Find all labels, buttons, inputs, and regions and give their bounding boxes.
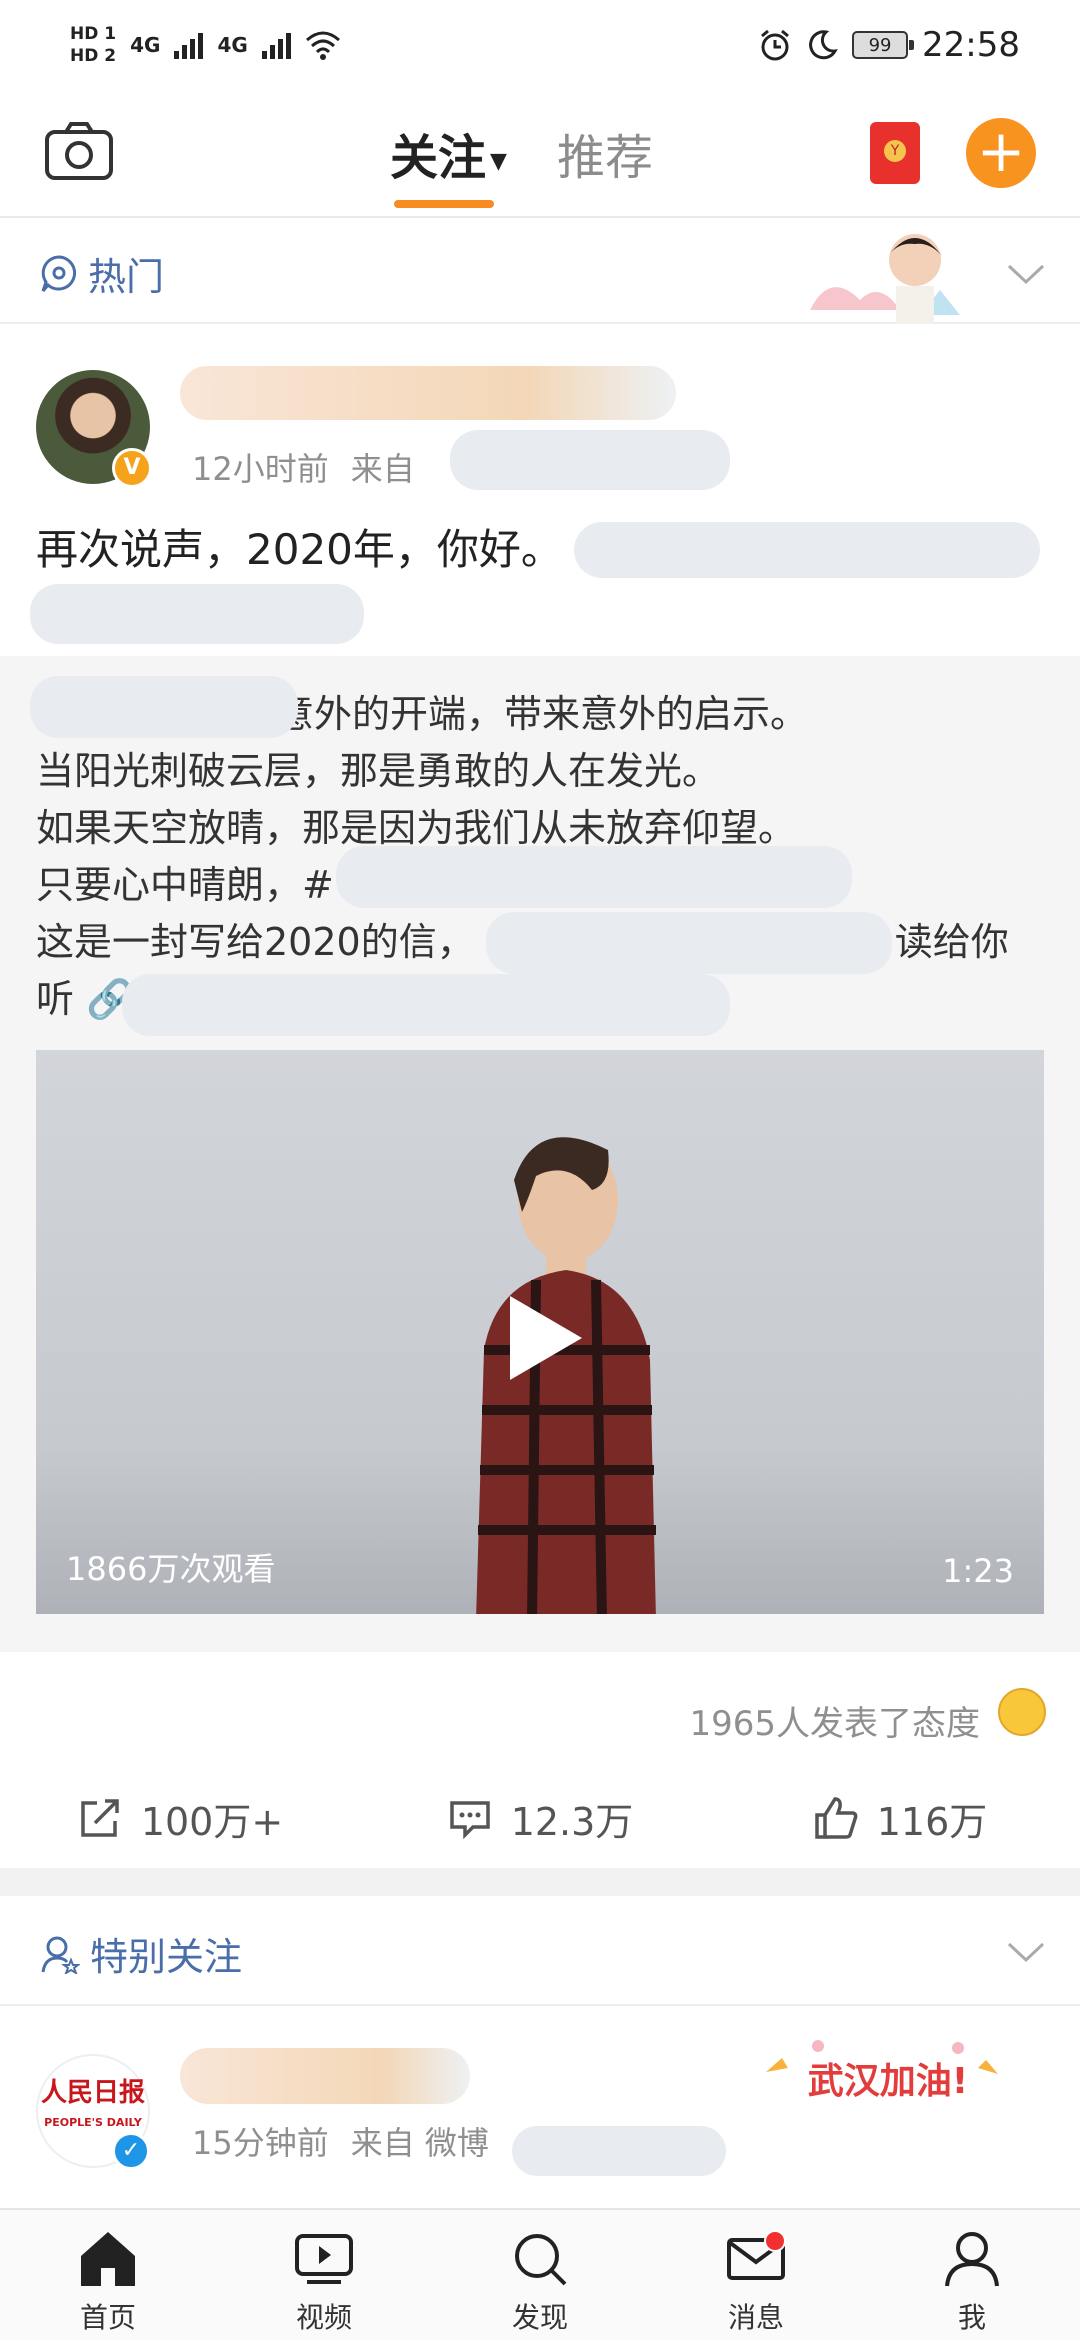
caret-down-icon: ▼ [490, 148, 507, 174]
text-redacted [30, 676, 298, 738]
special-follow-section[interactable]: 特别关注 [0, 1896, 1080, 2006]
camera-icon[interactable] [44, 120, 114, 182]
network-label-2: 4G [217, 33, 248, 57]
special-follow-label[interactable]: 特别关注 [40, 1926, 242, 1981]
alarm-icon [761, 29, 789, 61]
post-time: 15分钟前 [192, 2124, 329, 2162]
search-icon [515, 2234, 567, 2286]
signal-icon [174, 31, 204, 59]
home-icon [81, 2232, 135, 2286]
status-right: 99 22:58 [758, 25, 1020, 65]
username-redacted[interactable] [180, 366, 676, 420]
post-source: 来自 [350, 450, 415, 488]
post-card[interactable]: V 12小时前 来自 再次说声，2020年，你好。 [0, 326, 1080, 656]
nav-me[interactable]: 我 [864, 2210, 1080, 2340]
attitude-text: 1965人发表了态度 [689, 1704, 980, 1744]
profile-icon [945, 2232, 999, 2287]
red-packet-icon[interactable]: Y [870, 122, 920, 184]
source-redacted [512, 2126, 726, 2176]
hot-banner-art [810, 234, 960, 324]
tab-recommended[interactable]: 推荐 [557, 118, 653, 208]
post-card[interactable]: 人民日报 PEOPLE'S DAILY ✓ 15分钟前 来自 微博 武汉加油! [0, 2008, 1080, 2208]
topic-redacted[interactable] [336, 846, 852, 908]
wuhan-banner: 武汉加油! [758, 2038, 1008, 2118]
thumbs-up-icon [814, 1797, 858, 1839]
text-redacted [574, 522, 1040, 578]
post-meta: 12小时前 来自 [192, 444, 415, 490]
comment-button[interactable]: 12.3万 [360, 1768, 720, 1868]
hot-section[interactable]: 热门 [0, 220, 1080, 324]
notification-dot [764, 2230, 786, 2252]
repost-card[interactable]: 意外的开端，带来意外的启示。 当阳光刺破云层，那是勇敢的人在发光。 如果天空放晴… [0, 656, 1080, 1652]
clock: 22:58 [922, 25, 1020, 65]
chevron-down-icon[interactable] [1006, 262, 1046, 286]
nav-discover[interactable]: 发现 [432, 2210, 648, 2340]
post-meta: 15分钟前 来自 微博 [192, 2118, 489, 2164]
signal-icon [261, 31, 291, 59]
hot-icon [41, 254, 77, 292]
play-icon[interactable] [510, 1296, 582, 1380]
wifi-icon [305, 31, 340, 60]
special-follow-icon [41, 1936, 80, 1974]
moon-icon [809, 30, 838, 60]
text-redacted [30, 584, 364, 644]
video-player[interactable]: 1866万次观看 1:23 [36, 1050, 1044, 1614]
battery-icon: 99 [852, 31, 915, 59]
share-icon [81, 1799, 119, 1837]
banner-text: 武汉加油! [807, 2061, 969, 2102]
repost-line: 当阳光刺破云层，那是勇敢的人在发光。 [36, 749, 721, 793]
add-button[interactable]: + [966, 118, 1036, 188]
sim-indicator: HD 1 HD 2 [70, 24, 117, 66]
attitude-row[interactable]: 1965人发表了态度 [0, 1652, 1080, 1768]
nav-messages[interactable]: 消息 [648, 2210, 864, 2340]
video-views: 1866万次观看 [66, 1550, 276, 1588]
repost-button[interactable]: 100万+ [0, 1768, 360, 1868]
post-time: 12小时前 [192, 450, 329, 488]
post-text: 再次说声，2020年，你好。 [36, 525, 563, 574]
nav-home[interactable]: 首页 [0, 2210, 216, 2340]
link-redacted[interactable] [122, 974, 730, 1036]
bottom-nav: 首页 视频 发现 消息 我 [0, 2208, 1080, 2340]
verified-badge-icon: ✓ [112, 2132, 150, 2170]
feed-divider [0, 1868, 1080, 1896]
smile-emoji-icon[interactable] [998, 1688, 1046, 1736]
tab-following[interactable]: 关注 ▼ [390, 118, 507, 208]
post-source: 来自 微博 [350, 2124, 489, 2162]
like-button[interactable]: 116万 [720, 1768, 1080, 1868]
video-duration: 1:23 [942, 1552, 1014, 1590]
username-redacted[interactable] [180, 2048, 470, 2104]
video-icon [295, 2234, 353, 2284]
post-actions: 100万+ 12.3万 116万 [0, 1768, 1080, 1868]
hot-label[interactable]: 热门 [40, 246, 164, 301]
comment-icon [449, 1801, 490, 1840]
top-header: 关注 ▼ 推荐 Y + [0, 90, 1080, 218]
nav-video[interactable]: 视频 [216, 2210, 432, 2340]
status-bar: HD 1 HD 2 4G 4G 99 22:58 [0, 0, 1080, 90]
text-redacted [486, 912, 892, 974]
chevron-down-icon[interactable] [1006, 1940, 1046, 1964]
source-redacted [450, 430, 730, 490]
feed-tabs: 关注 ▼ 推荐 [390, 118, 653, 208]
network-label-1: 4G [130, 33, 161, 57]
verified-badge-icon: V [112, 448, 152, 488]
status-left: HD 1 HD 2 4G 4G [70, 23, 341, 67]
